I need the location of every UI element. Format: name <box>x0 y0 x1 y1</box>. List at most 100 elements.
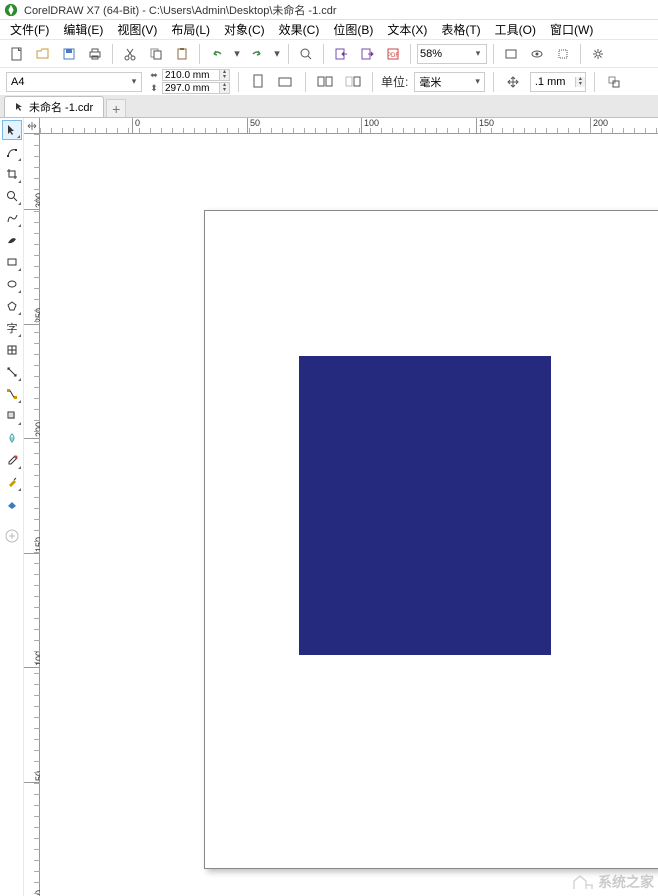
connector-tool[interactable] <box>2 384 22 404</box>
export-button[interactable] <box>356 43 378 65</box>
page-width-input[interactable]: ▴▾ <box>162 69 230 81</box>
separator <box>112 44 113 64</box>
drop-shadow-tool[interactable] <box>2 406 22 426</box>
spin-down[interactable]: ▾ <box>575 82 585 87</box>
page-height-input[interactable]: ▴▾ <box>162 82 230 94</box>
duplicate-distance-button[interactable] <box>603 71 625 93</box>
snap-button[interactable] <box>552 43 574 65</box>
nudge-distance-input[interactable]: ▴▾ <box>530 72 586 92</box>
spin-down[interactable]: ▾ <box>219 88 229 93</box>
dropdown-arrow-icon: ▾ <box>475 76 480 87</box>
search-button[interactable] <box>295 43 317 65</box>
menu-effect[interactable]: 效果(C) <box>273 19 326 40</box>
eyedropper-tool[interactable] <box>2 450 22 470</box>
show-hide-button[interactable] <box>526 43 548 65</box>
all-pages-button[interactable] <box>314 71 336 93</box>
nudge-icon <box>502 71 524 93</box>
watermark: 系统之家 <box>572 872 654 892</box>
undo-button[interactable] <box>206 43 228 65</box>
import-button[interactable] <box>330 43 352 65</box>
open-button[interactable] <box>32 43 54 65</box>
save-button[interactable] <box>58 43 80 65</box>
units-label: 单位: <box>381 73 408 90</box>
separator <box>288 44 289 64</box>
document-tab-label: 未命名 -1.cdr <box>29 99 93 115</box>
horizontal-ruler[interactable]: 050100150200 <box>40 118 658 134</box>
viewport[interactable] <box>40 134 658 896</box>
paste-button[interactable] <box>171 43 193 65</box>
fullscreen-preview-button[interactable] <box>500 43 522 65</box>
undo-dropdown[interactable]: ▾ <box>232 43 242 65</box>
ellipse-tool[interactable] <box>2 274 22 294</box>
zoom-input[interactable] <box>420 46 472 62</box>
page-preset-input[interactable] <box>7 76 127 88</box>
toolbox: 字 <box>0 118 24 896</box>
rectangle-tool[interactable] <box>2 252 22 272</box>
current-page-button[interactable] <box>342 71 364 93</box>
separator <box>305 72 306 92</box>
menu-file[interactable]: 文件(F) <box>4 19 55 40</box>
property-bar: ▾ ⬌ ▴▾ ⬍ ▴▾ 单位: 毫米 ▾ ▴▾ <box>0 68 658 96</box>
spin-down[interactable]: ▾ <box>219 75 229 80</box>
redo-dropdown[interactable]: ▾ <box>272 43 282 65</box>
zoom-tool[interactable] <box>2 186 22 206</box>
print-button[interactable] <box>84 43 106 65</box>
drawn-rectangle[interactable] <box>299 356 551 655</box>
table-tool[interactable] <box>2 340 22 360</box>
page-dimensions: ⬌ ▴▾ ⬍ ▴▾ <box>148 69 230 94</box>
shape-tool[interactable] <box>2 142 22 162</box>
new-tab-button[interactable]: + <box>106 99 126 117</box>
redo-button[interactable] <box>246 43 268 65</box>
new-button[interactable] <box>6 43 28 65</box>
separator <box>580 44 581 64</box>
quick-customize-button[interactable] <box>2 526 22 546</box>
menu-view[interactable]: 视图(V) <box>111 19 163 40</box>
menu-bar: 文件(F) 编辑(E) 视图(V) 布局(L) 对象(C) 效果(C) 位图(B… <box>0 20 658 40</box>
copy-button[interactable] <box>145 43 167 65</box>
separator <box>493 44 494 64</box>
menu-table[interactable]: 表格(T) <box>435 19 486 40</box>
cut-button[interactable] <box>119 43 141 65</box>
svg-text:PDF: PDF <box>387 53 399 59</box>
window-title: CorelDRAW X7 (64-Bit) - C:\Users\Admin\D… <box>24 2 337 18</box>
svg-text:字: 字 <box>6 322 17 334</box>
menu-text[interactable]: 文本(X) <box>381 19 433 40</box>
text-tool[interactable]: 字 <box>2 318 22 338</box>
crop-tool[interactable] <box>2 164 22 184</box>
units-dropdown[interactable]: 毫米 ▾ <box>414 72 485 92</box>
publish-pdf-button[interactable]: PDF <box>382 43 404 65</box>
zoom-level-dropdown[interactable]: ▾ <box>417 44 487 64</box>
portrait-button[interactable] <box>247 71 269 93</box>
title-bar: CorelDRAW X7 (64-Bit) - C:\Users\Admin\D… <box>0 0 658 20</box>
dropdown-arrow-icon: ▾ <box>127 76 141 87</box>
menu-object[interactable]: 对象(C) <box>218 19 271 40</box>
smart-fill-tool[interactable] <box>2 494 22 514</box>
options-button[interactable] <box>587 43 609 65</box>
app-logo-icon <box>4 3 18 17</box>
ruler-origin[interactable] <box>24 118 40 134</box>
transparency-tool[interactable] <box>2 428 22 448</box>
workspace: 字 050100150200 300250200150100500 系统之家 <box>0 118 658 896</box>
width-icon: ⬌ <box>148 70 160 80</box>
separator <box>323 44 324 64</box>
document-tab-active[interactable]: 未命名 -1.cdr <box>4 96 104 117</box>
dropdown-arrow-icon: ▾ <box>472 48 484 59</box>
dimension-tool[interactable] <box>2 362 22 382</box>
page-preset-dropdown[interactable]: ▾ <box>6 72 142 92</box>
menu-window[interactable]: 窗口(W) <box>544 19 599 40</box>
menu-tools[interactable]: 工具(O) <box>489 19 542 40</box>
separator <box>410 44 411 64</box>
pick-tool[interactable] <box>2 120 22 140</box>
menu-edit[interactable]: 编辑(E) <box>57 19 109 40</box>
freehand-tool[interactable] <box>2 208 22 228</box>
polygon-tool[interactable] <box>2 296 22 316</box>
artistic-media-tool[interactable] <box>2 230 22 250</box>
interactive-fill-tool[interactable] <box>2 472 22 492</box>
units-value: 毫米 <box>419 74 475 90</box>
menu-layout[interactable]: 布局(L) <box>165 19 216 40</box>
separator <box>594 72 595 92</box>
canvas-area: 050100150200 300250200150100500 系统之家 <box>24 118 658 896</box>
vertical-ruler[interactable]: 300250200150100500 <box>24 134 40 896</box>
landscape-button[interactable] <box>275 71 297 93</box>
menu-bitmap[interactable]: 位图(B) <box>327 19 379 40</box>
